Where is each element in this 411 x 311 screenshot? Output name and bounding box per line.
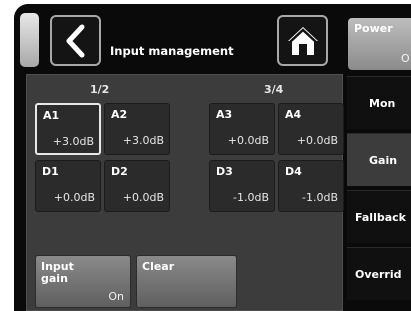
channel-name: D4 [285,165,302,178]
channel-name: A3 [216,108,233,121]
chevron-left-icon [66,24,84,57]
side-tab-label: Gain [369,154,398,167]
side-tab-label: Overrid [355,268,402,281]
home-icon [287,26,318,55]
channel-a3[interactable]: A3 +0.0dB [209,103,275,155]
channel-name: A4 [285,108,302,121]
home-button[interactable] [277,15,328,66]
power-label: Power [354,22,393,35]
side-tab-label: Fallback [355,211,406,224]
group-label-3-4: 3/4 [264,83,284,96]
channel-gain: -1.0dB [302,191,338,204]
channel-gain: +3.0dB [122,134,164,147]
side-tab-fallback[interactable]: Fallback [347,190,411,243]
channel-name: D3 [216,165,233,178]
page-title: Input management [110,44,234,58]
channel-gain: -1.0dB [233,191,269,204]
side-tab-gain[interactable]: Gain [347,133,411,186]
channel-d4[interactable]: D4 -1.0dB [278,160,344,212]
channel-name: D2 [111,165,128,178]
clear-button[interactable]: Clear [136,255,237,308]
channel-d3[interactable]: D3 -1.0dB [209,160,275,212]
panel-tab-handle[interactable] [20,13,39,67]
channel-name: D1 [42,165,59,178]
side-tab-override[interactable]: Overrid [347,247,411,300]
channel-gain: +0.0dB [227,134,269,147]
input-gain-button[interactable]: Input gain On [35,255,131,308]
channel-a1[interactable]: A1 +3.0dB [35,103,101,155]
channel-gain: +3.0dB [52,135,94,148]
channel-d1[interactable]: D1 +0.0dB [35,160,101,212]
channel-gain: +0.0dB [53,191,95,204]
channel-name: A2 [111,108,128,121]
power-value: O [401,52,410,65]
side-tab-label: Mon [369,97,396,110]
clear-label: Clear [142,260,175,273]
group-label-1-2: 1/2 [90,83,110,96]
channel-gain: +0.0dB [122,191,164,204]
channel-gain: +0.0dB [296,134,338,147]
input-gain-value: On [108,290,124,303]
input-gain-label: Input gain [41,260,74,285]
back-button[interactable] [50,15,101,66]
channel-name: A1 [43,109,60,122]
input-management-panel: 1/2 3/4 A1 +3.0dB A2 +3.0dB A3 +0.0dB A4… [26,74,344,311]
power-button[interactable]: Power O [348,18,411,70]
channel-a2[interactable]: A2 +3.0dB [104,103,170,155]
side-tab-mon[interactable]: Mon [347,76,411,129]
channel-a4[interactable]: A4 +0.0dB [278,103,344,155]
channel-d2[interactable]: D2 +0.0dB [104,160,170,212]
